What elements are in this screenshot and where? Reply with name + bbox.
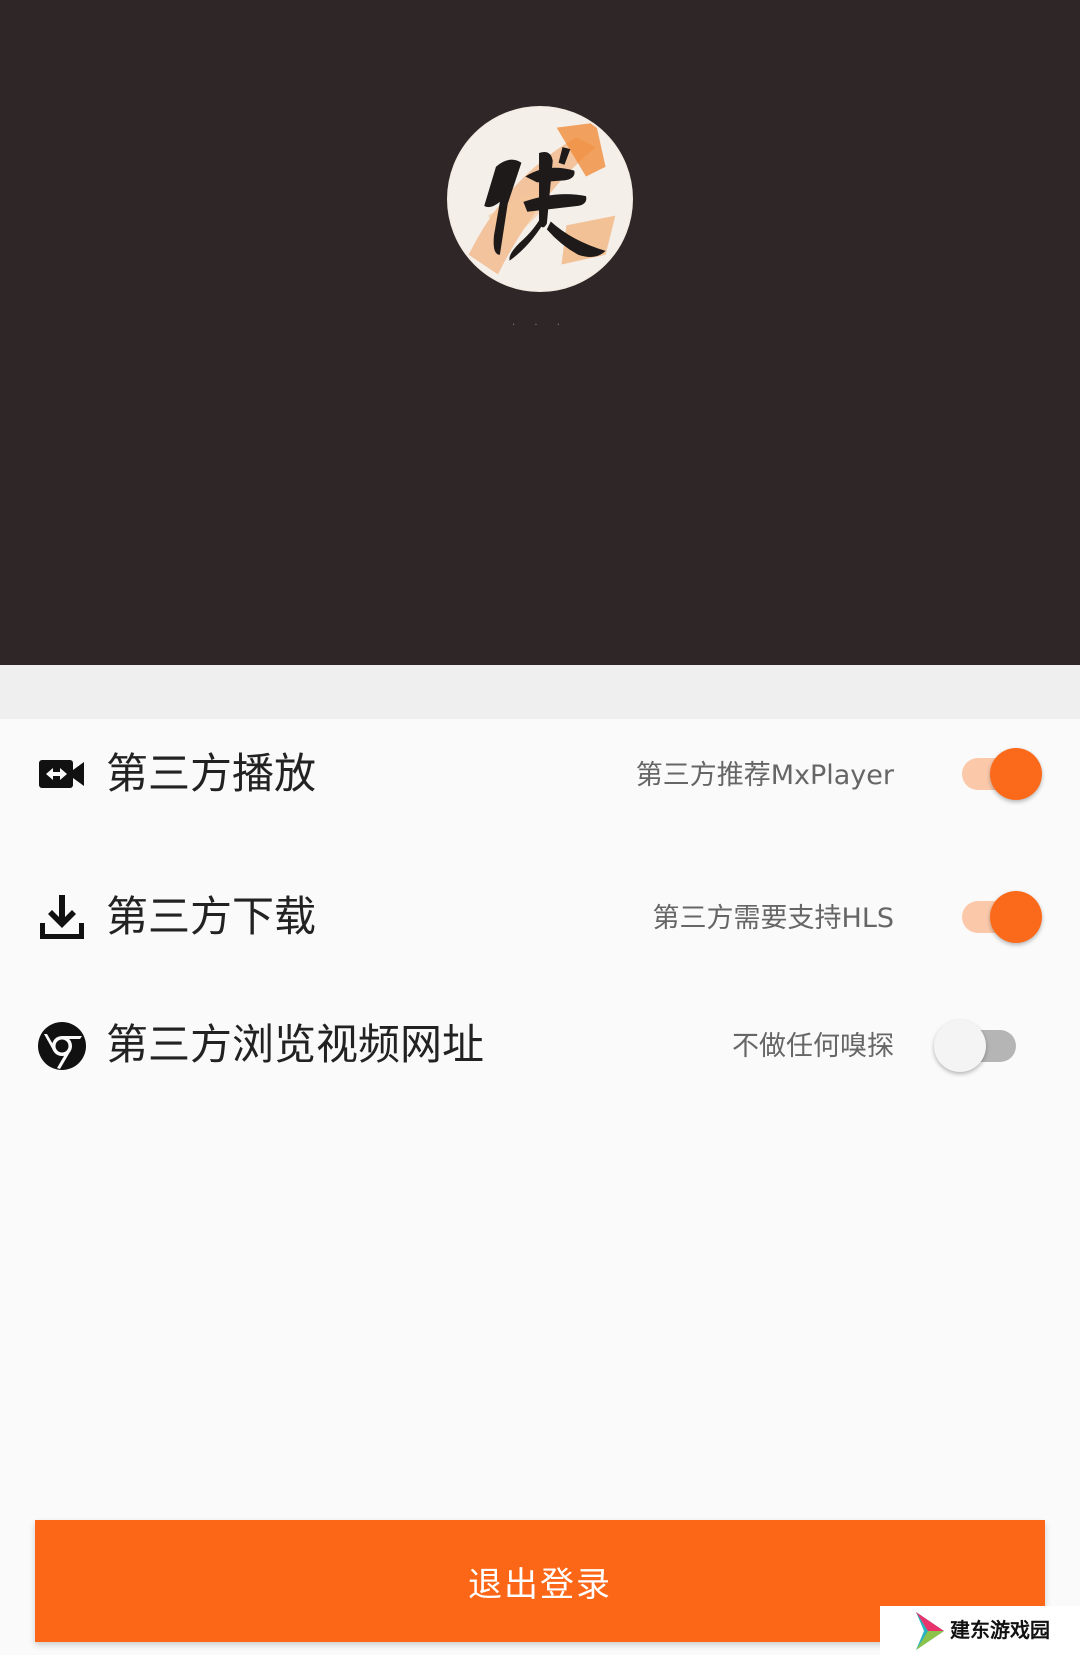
third-party-browser-toggle[interactable] xyxy=(934,1018,1024,1074)
third-party-download-toggle[interactable] xyxy=(952,889,1042,945)
toggle-knob xyxy=(990,891,1042,943)
username: · · · xyxy=(512,320,568,331)
setting-row-third-party-browser[interactable]: 第三方浏览视频网址 不做任何嗅探 xyxy=(0,990,1080,1100)
watermark-text: 建东游戏园 xyxy=(950,1618,1050,1642)
xia-character-logo-icon xyxy=(449,108,631,290)
section-divider xyxy=(0,665,1080,719)
setting-hint: 第三方需要支持HLS xyxy=(652,903,894,934)
setting-title: 第三方播放 xyxy=(106,749,317,798)
setting-title: 第三方下载 xyxy=(106,892,317,941)
toggle-knob xyxy=(990,748,1042,800)
third-party-player-toggle[interactable] xyxy=(952,746,1042,802)
setting-row-third-party-player[interactable]: 第三方播放 第三方推荐MxPlayer xyxy=(0,719,1080,829)
profile-header: · · · xyxy=(0,0,1080,665)
chrome-icon xyxy=(36,1020,88,1072)
video-swap-icon xyxy=(36,748,88,800)
watermark: 建东游戏园 xyxy=(880,1606,1080,1655)
toggle-knob xyxy=(934,1020,986,1072)
avatar[interactable] xyxy=(447,106,633,292)
setting-title: 第三方浏览视频网址 xyxy=(106,1020,485,1069)
play-triangle-icon xyxy=(916,1612,944,1650)
download-icon xyxy=(36,891,88,943)
setting-hint: 不做任何嗅探 xyxy=(732,1031,894,1062)
setting-row-third-party-download[interactable]: 第三方下载 第三方需要支持HLS xyxy=(0,862,1080,972)
setting-hint: 第三方推荐MxPlayer xyxy=(635,760,894,791)
